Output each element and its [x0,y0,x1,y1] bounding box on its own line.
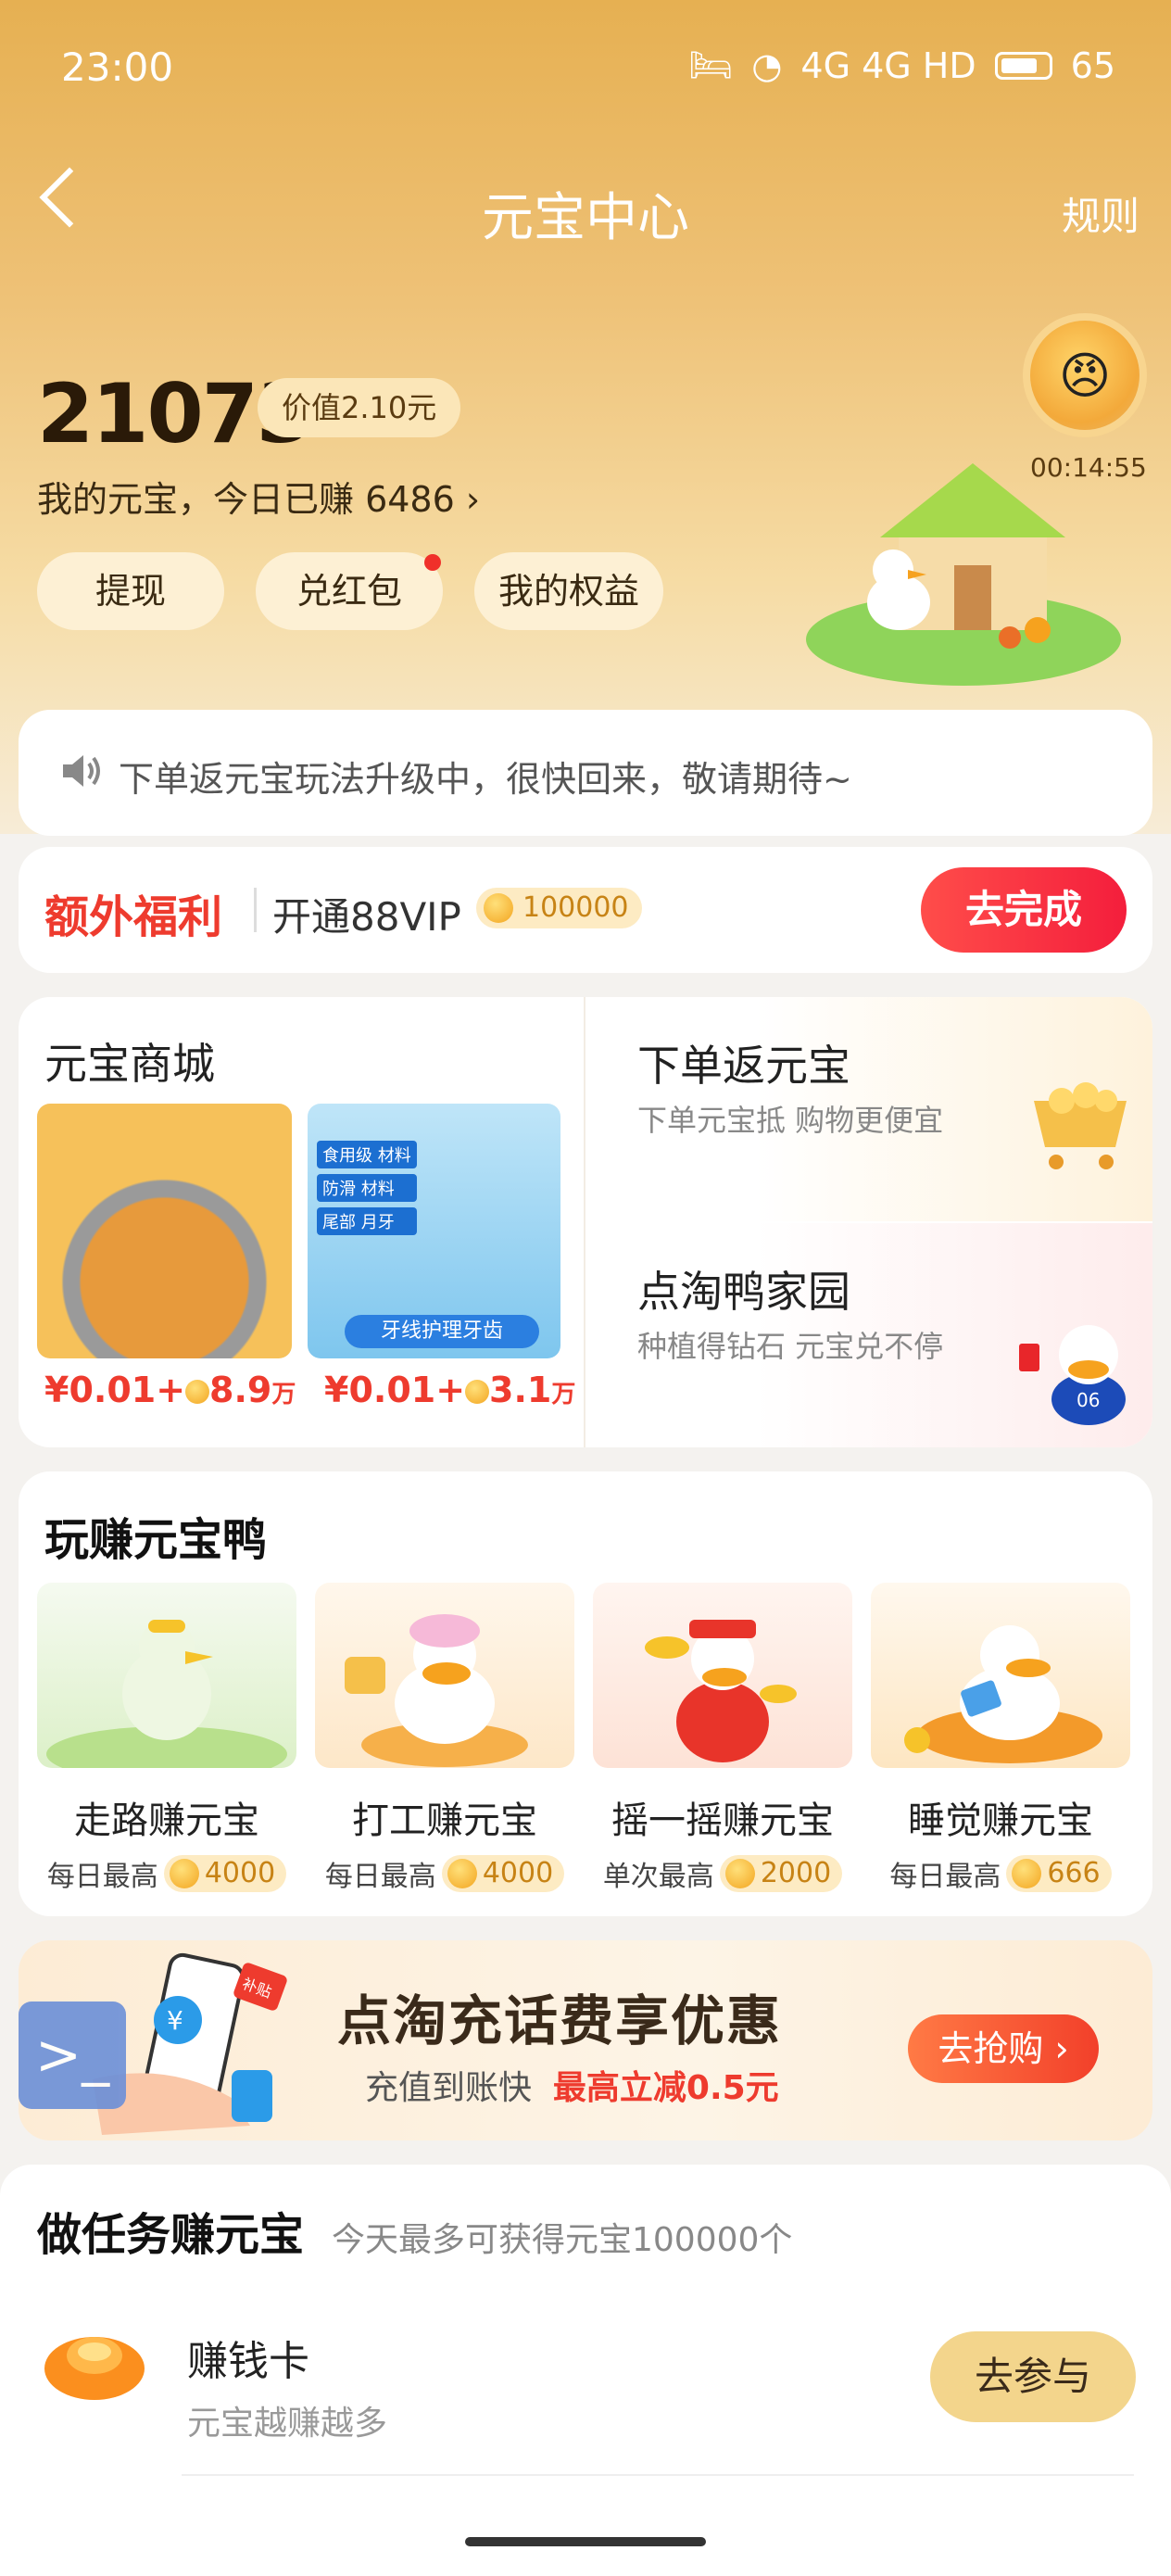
product-image-noodles[interactable] [37,1104,292,1358]
red-packet-label: 兑红包 [296,571,402,612]
svg-text:¥: ¥ [167,2005,183,2036]
notice-text: 下单返元宝玩法升级中，很快回来，敬请期待~ [119,759,852,800]
recharge-banner[interactable]: ¥ 补贴 点淘充话费享优惠 充值到账快 最高立减0.5元 去抢购 › [19,1940,1152,2140]
task-description: 元宝越赚越多 [187,2405,388,2443]
duck-house-illustration[interactable] [797,445,1130,695]
battery-icon [994,51,1052,80]
mall-title[interactable]: 元宝商城 [44,1030,215,1092]
coin-cart-icon [1034,1082,1127,1169]
game-shake[interactable]: 摇一摇赚元宝 单次最高 2000 [593,1583,852,1894]
svg-text:06: 06 [1077,1389,1100,1411]
order-rebate-module[interactable]: 下单返元宝 下单元宝抵 购物更便宜 [586,997,1152,1221]
floss-label: 食用级 材料 [317,1141,417,1168]
gold-ingot-icon [44,2337,145,2400]
module-title: 点淘鸭家园 [637,1267,850,1317]
game-reward: 每日最高 4000 [37,1853,296,1894]
banner-title: 点淘充话费享优惠 [337,1989,783,2052]
page-title: 元宝中心 [482,188,689,248]
banner-subtitle: 充值到账快 最高立减0.5元 [365,2069,779,2107]
game-name: 打工赚元宝 [352,1799,537,1842]
bonus-coin-badge: 100000 [476,888,642,928]
duck-mascot-icon: 06 [1019,1325,1126,1425]
module-subtitle: 种植得钻石 元宝兑不停 [637,1329,944,1364]
coin-icon [447,1859,477,1888]
coin-icon [465,1380,490,1404]
home-indicator[interactable] [465,2537,706,2546]
module-subtitle: 下单元宝抵 购物更便宜 [637,1103,944,1138]
sleeping-duck-icon [871,1583,1130,1768]
rules-link[interactable]: 规则 [1062,185,1140,242]
speaker-icon [61,752,104,793]
duck-home-module[interactable]: 点淘鸭家园 种植得钻石 元宝兑不停 06 [586,1223,1152,1447]
bonus-title: 额外福利 [44,891,223,943]
bonus-coins: 100000 [523,891,629,924]
module-title: 下单返元宝 [637,1041,850,1091]
mall-section: 元宝商城 食用级 材料 防滑 材料 尾部 月牙 牙线护理牙齿 ¥0.01+ 8.9… [19,997,1152,1447]
grab-button[interactable]: 去抢购 › [908,2014,1099,2083]
game-walk[interactable]: 走路赚元宝 每日最高 4000 [37,1583,296,1894]
section-subtitle: 今天最多可获得元宝100000个 [332,2221,793,2259]
game-name: 走路赚元宝 [74,1799,259,1842]
complete-button[interactable]: 去完成 [921,867,1127,953]
play-earn-section: 玩赚元宝鸭 走路赚元宝 每日最高 4000 打工赚元宝 每日最高 4000 摇一… [19,1471,1152,1916]
status-time: 23:00 [61,44,174,90]
extra-bonus-card: 额外福利 开通88VIP 100000 去完成 [19,847,1152,973]
floss-banner: 牙线护理牙齿 [345,1315,539,1348]
game-name: 摇一摇赚元宝 [611,1799,834,1842]
section-title: 做任务赚元宝 [37,2209,305,2261]
game-name: 睡觉赚元宝 [908,1799,1093,1842]
task-name: 赚钱卡 [187,2338,309,2385]
coin-icon [484,893,513,923]
notice-bar: 下单返元宝玩法升级中，很快回来，敬请期待~ [19,710,1152,836]
signal-icons: 4G 4G HD [800,44,976,86]
floss-label: 尾部 月牙 [317,1207,417,1235]
coin-icon [185,1380,210,1404]
today-earned-link[interactable]: 我的元宝，今日已赚 6486 › [37,471,480,522]
my-rights-button[interactable]: 我的权益 [474,552,663,630]
coin-icon [169,1859,199,1888]
rich-duck-icon [593,1583,852,1768]
product-price: ¥0.01+ 8.9万 [44,1370,296,1410]
bonus-text: 开通88VIP [272,894,461,940]
game-reward: 每日最高 4000 [315,1853,574,1894]
notification-dot [424,554,441,571]
wifi-icon: ◔ [751,44,783,86]
game-reward: 单次最高 2000 [593,1853,852,1894]
game-work[interactable]: 打工赚元宝 每日最高 4000 [315,1583,574,1894]
balance-value-pill: 价值2.10元 [258,378,461,437]
red-packet-button[interactable]: 兑红包 [256,552,443,630]
product-image-floss[interactable]: 食用级 材料 防滑 材料 尾部 月牙 牙线护理牙齿 [308,1104,560,1358]
coin-icon [724,1859,755,1888]
tasks-section: 做任务赚元宝 今天最多可获得元宝100000个 赚钱卡 元宝越赚越多 去参与 [0,2165,1171,2576]
working-duck-icon [315,1583,574,1768]
battery-level: 65 [1070,44,1115,86]
floss-label: 防滑 材料 [317,1174,417,1202]
product-price: ¥0.01+ 3.1万 [324,1370,576,1410]
floating-side-button[interactable]: >_ [19,2001,126,2109]
divider [182,2474,1134,2476]
join-task-button[interactable]: 去参与 [930,2331,1136,2422]
status-icons: 🛏 ◔ 4G 4G HD 65 [688,44,1115,86]
divider [254,888,257,932]
coin-icon [1012,1859,1042,1888]
game-reward: 每日最高 666 [871,1853,1130,1894]
section-title: 玩赚元宝鸭 [44,1514,268,1566]
bed-icon: 🛏 [687,44,734,85]
game-sleep[interactable]: 睡觉赚元宝 每日最高 666 [871,1583,1130,1894]
withdraw-button[interactable]: 提现 [37,552,224,630]
timer-coin-icon[interactable]: 😠 [1023,313,1147,437]
walking-duck-icon [37,1583,296,1782]
